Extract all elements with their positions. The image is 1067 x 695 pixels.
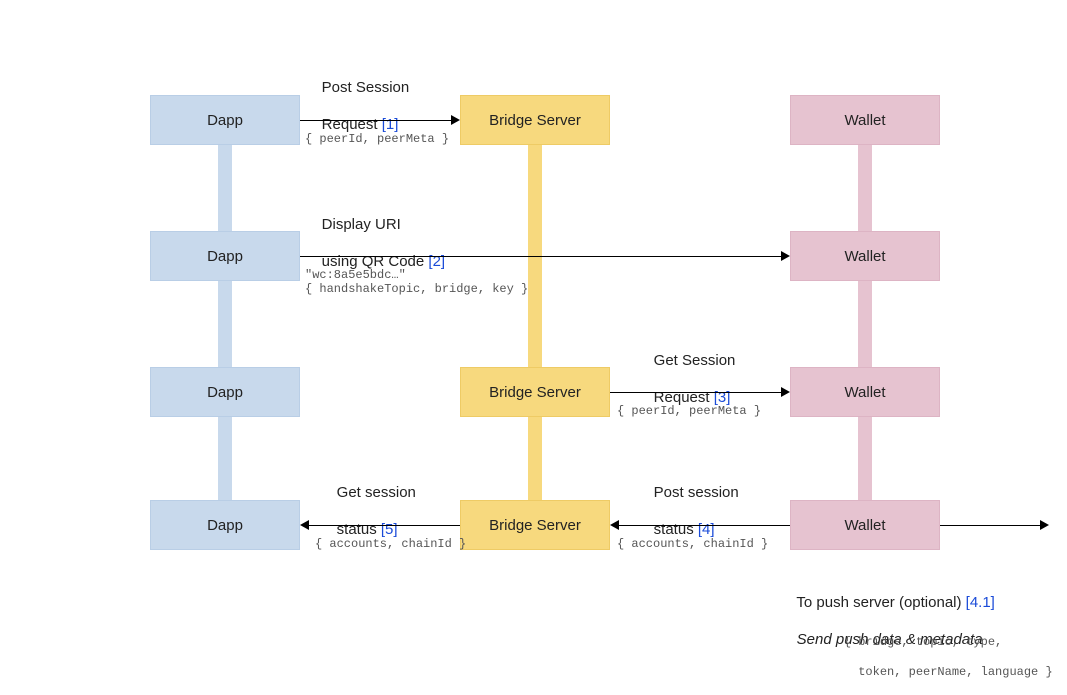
arrow-step5 (309, 525, 460, 526)
label-step1-payload: { peerId, peerMeta } (305, 132, 449, 147)
box-wallet-1: Wallet (790, 95, 940, 145)
arrow-step2-head (781, 251, 790, 261)
arrow-step2 (300, 256, 781, 257)
step41-payload-line2: token, peerName, language } (844, 665, 1053, 679)
step5-title-line1: Get session (337, 484, 416, 501)
box-dapp-4: Dapp (150, 500, 300, 550)
arrow-step41-head (1040, 520, 1049, 530)
box-wallet-2: Wallet (790, 231, 940, 281)
step4-title-line1: Post session (654, 484, 739, 501)
step1-ref: [1] (382, 116, 399, 133)
arrow-step5-head (300, 520, 309, 530)
step41-title-text: To push server (optional) (796, 594, 965, 611)
arrow-step1 (300, 120, 451, 121)
step41-ref: [4.1] (966, 594, 995, 611)
step1-title-line2: Request (322, 116, 382, 133)
step4-ref: [4] (698, 521, 715, 538)
step5-title-line2: status (337, 521, 381, 538)
label-step2-uri: "wc:8a5e5bdc…" (305, 268, 406, 283)
arrow-step4-head (610, 520, 619, 530)
walletconnect-sequence-diagram: Dapp Bridge Server Wallet Post Session R… (0, 0, 1067, 667)
step2-title-line1: Display URI (322, 216, 401, 233)
arrow-step3-head (781, 387, 790, 397)
lifeline-bridge (528, 145, 542, 500)
lifeline-wallet (858, 145, 872, 500)
arrow-step4 (619, 525, 790, 526)
label-step4-payload: { accounts, chainId } (617, 537, 768, 552)
box-bridge-3: Bridge Server (460, 367, 610, 417)
step1-title-line1: Post Session (322, 79, 410, 96)
label-step41-payload: { bridge, topic, type, token, peerName, … (815, 620, 1053, 695)
arrow-step3 (610, 392, 781, 393)
arrow-step41 (940, 525, 1040, 526)
lifeline-dapp (218, 145, 232, 500)
arrow-step1-head (451, 115, 460, 125)
box-wallet-3: Wallet (790, 367, 940, 417)
box-bridge-1: Bridge Server (460, 95, 610, 145)
label-step5-payload: { accounts, chainId } (315, 537, 466, 552)
box-dapp-3: Dapp (150, 367, 300, 417)
box-bridge-4: Bridge Server (460, 500, 610, 550)
label-step3-payload: { peerId, peerMeta } (617, 404, 761, 419)
box-dapp-2: Dapp (150, 231, 300, 281)
step4-title-line2: status (654, 521, 698, 538)
box-wallet-4: Wallet (790, 500, 940, 550)
label-step2-payload: { handshakeTopic, bridge, key } (305, 282, 528, 297)
step41-payload-line1: { bridge, topic, type, (844, 635, 1002, 649)
box-dapp-1: Dapp (150, 95, 300, 145)
step5-ref: [5] (381, 521, 398, 538)
step3-title-line1: Get Session (654, 352, 736, 369)
